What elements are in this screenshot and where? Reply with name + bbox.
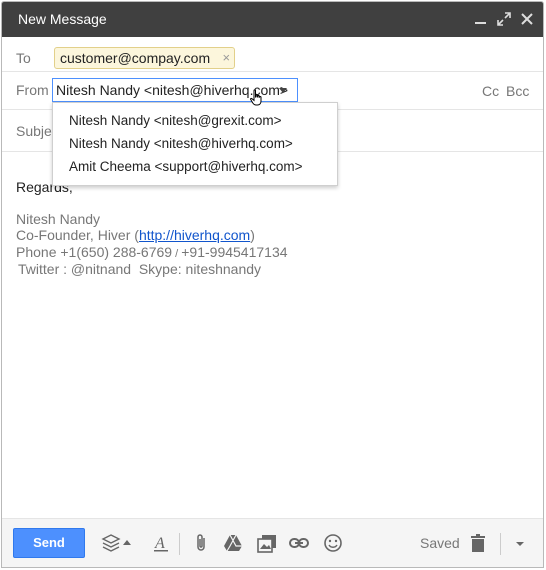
- toolbar-separator: [500, 533, 501, 555]
- save-status: Saved: [420, 535, 460, 551]
- recipient-email: customer@compay.com: [60, 50, 211, 66]
- expand-icon[interactable]: [495, 10, 513, 28]
- minimize-icon[interactable]: [472, 10, 490, 28]
- signature-social: Twitter : @nitnand Skype: niteshnandy: [18, 261, 262, 277]
- cc-link[interactable]: Cc: [482, 83, 499, 99]
- from-dropdown-menu: Nitesh Nandy <nitesh@grexit.com> Nitesh …: [52, 102, 338, 186]
- to-divider: [2, 71, 543, 72]
- caret-up-icon[interactable]: [122, 532, 132, 554]
- recipient-chip[interactable]: customer@compay.com ×: [54, 47, 236, 69]
- emoji-icon[interactable]: [322, 532, 344, 554]
- from-option[interactable]: Nitesh Nandy <nitesh@grexit.com>: [69, 113, 282, 128]
- to-label: To: [16, 50, 31, 66]
- website-link[interactable]: http://hiverhq.com: [139, 227, 250, 243]
- toolbar-separator: [179, 533, 180, 555]
- photo-icon[interactable]: [256, 532, 278, 554]
- window-title: New Message: [18, 11, 107, 27]
- compose-toolbar: Send A Saved: [2, 518, 543, 567]
- layers-icon[interactable]: [100, 532, 122, 554]
- signature-title: Co-Founder, Hiver (http://hiverhq.com): [16, 227, 255, 243]
- attach-icon[interactable]: [190, 532, 212, 554]
- hand-cursor-icon: [248, 88, 268, 108]
- send-button[interactable]: Send: [13, 528, 85, 558]
- link-icon[interactable]: [288, 532, 310, 554]
- signature-name: Nitesh Nandy: [16, 211, 101, 227]
- svg-text:A: A: [154, 535, 165, 552]
- more-options-icon[interactable]: [512, 532, 528, 554]
- from-option[interactable]: Nitesh Nandy <nitesh@hiverhq.com>: [69, 136, 293, 151]
- chevron-down-icon: [279, 88, 287, 93]
- text-format-icon[interactable]: A: [150, 532, 172, 554]
- drive-icon[interactable]: [222, 532, 244, 554]
- close-icon[interactable]: [518, 10, 536, 28]
- from-label: From: [16, 82, 49, 98]
- compose-window: New Message To customer@compay.com × Fro…: [1, 1, 544, 568]
- signature-phone: Phone +1(650) 288-6769 / +91-9945417134: [16, 244, 288, 260]
- title-bar[interactable]: New Message: [2, 2, 543, 37]
- bcc-link[interactable]: Bcc: [506, 83, 529, 99]
- remove-recipient-icon[interactable]: ×: [223, 48, 231, 68]
- from-option[interactable]: Amit Cheema <support@hiverhq.com>: [69, 159, 303, 174]
- trash-icon[interactable]: [467, 532, 489, 554]
